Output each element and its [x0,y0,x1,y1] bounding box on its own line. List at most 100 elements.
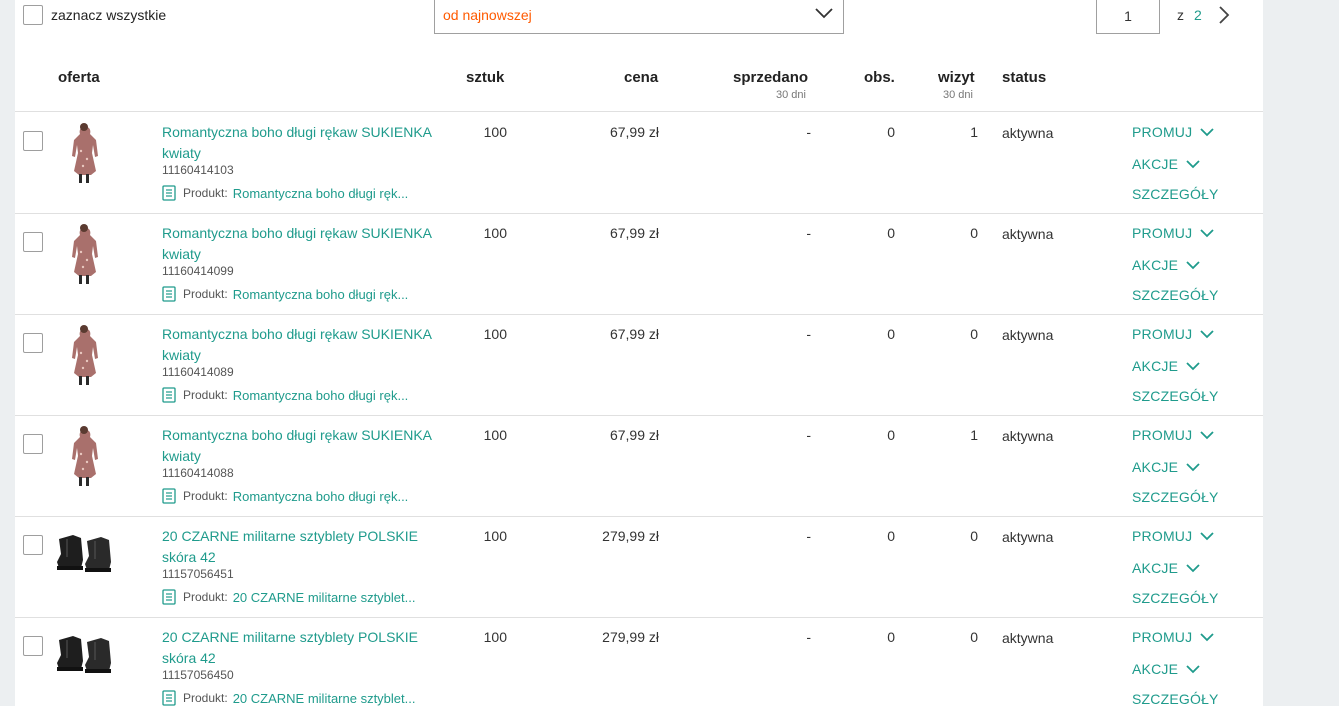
actions-button[interactable]: AKCJE [1132,459,1200,475]
watchers-value: 0 [887,225,895,241]
product-link[interactable]: Romantyczna boho długi ręk... [233,186,409,201]
dress-image[interactable] [53,121,115,185]
promote-button[interactable]: PROMUJ [1132,225,1214,241]
actions-button[interactable]: AKCJE [1132,661,1200,677]
row-checkbox[interactable] [23,131,43,151]
promote-label: PROMUJ [1132,124,1193,140]
details-link[interactable]: SZCZEGÓŁY [1132,186,1219,202]
visits-value: 0 [970,528,978,544]
page-total-link[interactable]: 2 [1194,7,1202,23]
details-link[interactable]: SZCZEGÓŁY [1132,489,1219,505]
offer-title-link[interactable]: Romantyczna boho długi rękaw SUKIENKA kw… [162,425,432,467]
select-all-label[interactable]: zaznacz wszystkie [51,7,166,23]
offer-title-link[interactable]: Romantyczna boho długi rękaw SUKIENKA kw… [162,223,432,265]
details-link[interactable]: SZCZEGÓŁY [1132,691,1219,706]
row-checkbox[interactable] [23,636,43,656]
details-link[interactable]: SZCZEGÓŁY [1132,287,1219,303]
promote-label: PROMUJ [1132,629,1193,645]
boots-image[interactable] [53,626,115,690]
actions-label: AKCJE [1132,459,1179,475]
dress-image[interactable] [53,323,115,387]
select-all-checkbox[interactable] [23,5,43,25]
qty-value: 100 [483,629,507,645]
watchers-value: 0 [887,326,895,342]
column-visits[interactable]: wizyt [938,69,975,86]
page-input[interactable]: 1 [1096,0,1160,34]
product-label: Produkt: [183,388,228,402]
actions-button[interactable]: AKCJE [1132,560,1200,576]
select-all[interactable]: zaznacz wszystkie [23,5,166,25]
dress-image[interactable] [53,424,115,488]
details-link[interactable]: SZCZEGÓŁY [1132,388,1219,404]
watchers-value: 0 [887,124,895,140]
chevron-down-icon [1186,462,1200,471]
column-qty[interactable]: sztuk [466,69,504,86]
product-link[interactable]: Romantyczna boho długi ręk... [233,388,409,403]
details-label: SZCZEGÓŁY [1132,590,1219,606]
table-row: Romantyczna boho długi rękaw SUKIENKA kw… [15,315,1263,416]
price-value: 279,99 zł [602,629,659,645]
promote-label: PROMUJ [1132,225,1193,241]
status-value: aktywna [1002,529,1054,545]
column-visits-sub: 30 dni [943,89,973,101]
qty-value: 100 [483,326,507,342]
product-link[interactable]: Romantyczna boho długi ręk... [233,489,409,504]
chevron-right-icon[interactable] [1218,6,1230,24]
product-link[interactable]: 20 CZARNE militarne sztyblet... [233,691,416,706]
row-checkbox[interactable] [23,333,43,353]
promote-button[interactable]: PROMUJ [1132,427,1214,443]
offer-id: 11157056450 [162,668,234,682]
actions-button[interactable]: AKCJE [1132,358,1200,374]
promote-label: PROMUJ [1132,326,1193,342]
dress-image[interactable] [53,222,115,286]
row-checkbox[interactable] [23,535,43,555]
status-value: aktywna [1002,226,1054,242]
boots-image[interactable] [53,525,115,589]
chevron-down-icon [1186,159,1200,168]
offer-title-link[interactable]: 20 CZARNE militarne sztyblety POLSKIE sk… [162,627,432,669]
price-value: 67,99 zł [609,124,659,140]
actions-label: AKCJE [1132,358,1179,374]
column-watchers[interactable]: obs. [864,69,895,86]
chevron-down-icon [1200,632,1214,641]
details-label: SZCZEGÓŁY [1132,287,1219,303]
promote-button[interactable]: PROMUJ [1132,124,1214,140]
row-checkbox[interactable] [23,232,43,252]
actions-button[interactable]: AKCJE [1132,156,1200,172]
qty-value: 100 [483,225,507,241]
column-price[interactable]: cena [624,69,658,86]
column-sold[interactable]: sprzedano [733,69,808,86]
actions-button[interactable]: AKCJE [1132,257,1200,273]
offer-title-link[interactable]: 20 CZARNE militarne sztyblety POLSKIE sk… [162,526,432,568]
watchers-value: 0 [887,427,895,443]
table-row: Romantyczna boho długi rękaw SUKIENKA kw… [15,214,1263,315]
document-icon [162,488,176,504]
table-row: 20 CZARNE militarne sztyblety POLSKIE sk… [15,517,1263,618]
page-of-label: z [1177,7,1184,23]
offers-panel: zaznacz wszystkie od najnowszej 1 z 2 of… [15,0,1263,706]
pagination: 1 z 2 [1096,0,1230,34]
price-value: 67,99 zł [609,427,659,443]
chevron-down-icon [1186,260,1200,269]
details-link[interactable]: SZCZEGÓŁY [1132,590,1219,606]
sort-value: od najnowszej [443,7,532,23]
promote-button[interactable]: PROMUJ [1132,528,1214,544]
sold-value: - [806,225,811,241]
document-icon [162,387,176,403]
visits-value: 1 [970,124,978,140]
promote-button[interactable]: PROMUJ [1132,326,1214,342]
promote-button[interactable]: PROMUJ [1132,629,1214,645]
sort-select[interactable]: od najnowszej [434,0,844,34]
qty-value: 100 [483,528,507,544]
chevron-down-icon [1186,664,1200,673]
column-sold-sub: 30 dni [776,89,806,101]
qty-value: 100 [483,427,507,443]
row-checkbox[interactable] [23,434,43,454]
product-link[interactable]: 20 CZARNE militarne sztyblet... [233,590,416,605]
offer-id: 11160414089 [162,365,234,379]
product-link[interactable]: Romantyczna boho długi ręk... [233,287,409,302]
offer-title-link[interactable]: Romantyczna boho długi rękaw SUKIENKA kw… [162,324,432,366]
chevron-down-icon [1200,228,1214,237]
offer-title-link[interactable]: Romantyczna boho długi rękaw SUKIENKA kw… [162,122,432,164]
details-label: SZCZEGÓŁY [1132,489,1219,505]
